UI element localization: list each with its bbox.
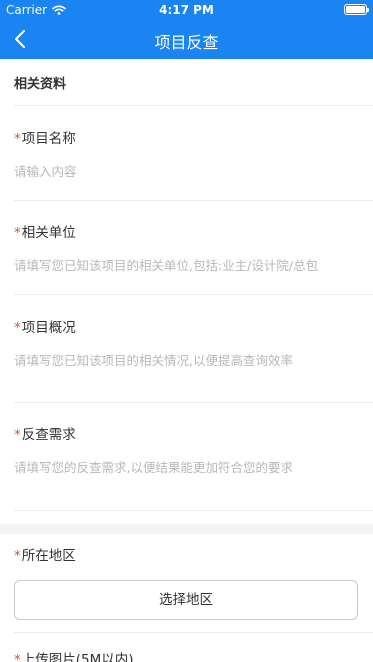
field-upload-images: *上传图片(5M以内) bbox=[0, 633, 373, 662]
project-overview-input[interactable]: 请填写您已知该项目的相关情况,以便提高查询效率 bbox=[14, 350, 359, 369]
page-title: 项目反查 bbox=[154, 33, 219, 52]
section-title: 相关资料 bbox=[14, 76, 67, 92]
field-reverse-requirement: *反查需求 请填写您的反查需求,以便结果能更加符合您的要求 bbox=[0, 403, 373, 510]
field-label: *上传图片(5M以内) bbox=[14, 633, 359, 662]
clock: 4:17 PM bbox=[159, 3, 214, 17]
required-mark: * bbox=[14, 548, 21, 564]
section-gap bbox=[0, 524, 373, 534]
form: 相关资料 *项目名称 请输入内容 *相关单位 请填写您已知该项目的相关单位,包括… bbox=[0, 59, 373, 662]
nav-bar: 项目反查 bbox=[0, 20, 373, 59]
field-label: *相关单位 bbox=[14, 225, 76, 241]
required-mark: * bbox=[14, 131, 21, 147]
top-bar: Carrier 4:17 PM 项目反查 bbox=[0, 0, 373, 59]
field-related-units: *相关单位 请填写您已知该项目的相关单位,包括:业主/设计院/总包 bbox=[0, 201, 373, 294]
required-mark: * bbox=[14, 320, 21, 336]
status-bar: Carrier 4:17 PM bbox=[0, 0, 373, 20]
required-mark: * bbox=[14, 225, 21, 241]
related-units-input[interactable]: 请填写您已知该项目的相关单位,包括:业主/设计院/总包 bbox=[14, 255, 359, 274]
select-region-button[interactable]: 选择地区 bbox=[14, 580, 358, 620]
battery-icon bbox=[344, 4, 369, 15]
required-mark: * bbox=[14, 427, 21, 443]
field-label: *反查需求 bbox=[14, 427, 76, 443]
field-project-name: *项目名称 请输入内容 bbox=[0, 106, 373, 200]
field-label: *项目名称 bbox=[14, 131, 76, 147]
field-label: *所在地区 bbox=[14, 548, 76, 564]
project-name-input[interactable]: 请输入内容 bbox=[14, 161, 359, 180]
reverse-requirement-input[interactable]: 请填写您的反查需求,以便结果能更加符合您的要求 bbox=[14, 457, 359, 476]
field-region: *所在地区 bbox=[0, 534, 373, 564]
required-mark: * bbox=[14, 652, 21, 662]
field-project-overview: *项目概况 请填写您已知该项目的相关情况,以便提高查询效率 bbox=[0, 295, 373, 402]
field-label: *项目概况 bbox=[14, 320, 76, 336]
